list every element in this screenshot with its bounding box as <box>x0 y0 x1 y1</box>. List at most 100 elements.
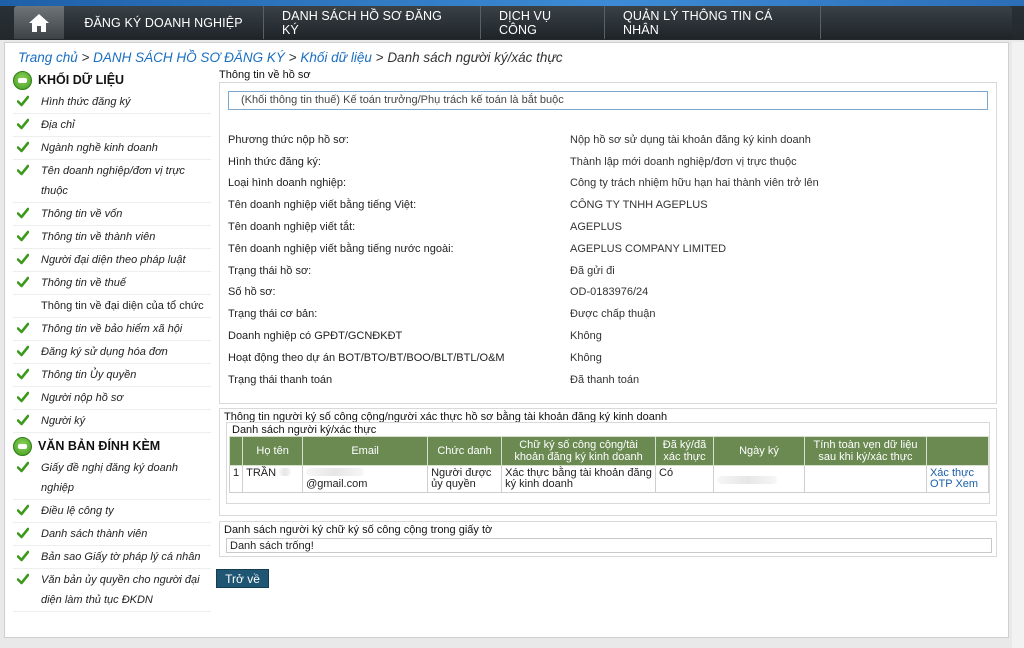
sidebar-item[interactable]: Hình thức đăng ký <box>13 91 211 114</box>
sidebar-item[interactable]: Địa chỉ <box>13 114 211 137</box>
scrollbar[interactable] <box>1012 42 1024 648</box>
table-row: 1 TRẦN @gmail.com Người được ủy quyền Xá… <box>228 465 990 493</box>
notice-box: (Khối thông tin thuế) Kế toán trưởng/Phụ… <box>228 91 988 110</box>
breadcrumb-sep: > <box>77 50 94 65</box>
profile-fieldset: (Khối thông tin thuế) Kế toán trưởng/Phụ… <box>219 82 997 404</box>
sidebar-item[interactable]: Thông tin Ủy quyền <box>13 364 211 387</box>
sidebar-item[interactable]: Thông tin về thành viên <box>13 226 211 249</box>
signers-section-title: Thông tin người ký số công cộng/người xá… <box>224 411 668 423</box>
sidebar-item[interactable]: Thông tin về vốn <box>13 203 211 226</box>
check-icon <box>13 342 33 357</box>
check-icon <box>13 115 33 130</box>
sidebar-item-label: Người nộp hồ sơ <box>41 392 124 404</box>
nav-register-business[interactable]: ĐĂNG KÝ DOANH NGHIỆP <box>64 6 264 39</box>
nav-personal-info[interactable]: QUẢN LÝ THÔNG TIN CÁ NHÂN <box>605 6 821 39</box>
profile-row: Phương thức nộp hồ sơ: Nộp hồ sơ sử dụng … <box>228 129 988 151</box>
sidebar-item[interactable]: Ngành nghề kinh doanh <box>13 137 211 160</box>
sidebar-item-label: Hình thức đăng ký <box>41 96 131 108</box>
sidebar-item[interactable]: Thông tin về thuế <box>13 272 211 295</box>
profile-row-value: Công ty trách nhiệm hữu hạn hai thành vi… <box>570 177 819 190</box>
view-link[interactable]: Xem <box>955 478 978 490</box>
profile-rows: Phương thức nộp hồ sơ: Nộp hồ sơ sử dụng … <box>220 110 996 391</box>
sidebar-item-label: Thông tin về bảo hiểm xã hội <box>41 323 183 335</box>
profile-row-value: CÔNG TY TNHH AGEPLUS <box>570 199 708 212</box>
table-header-row: Họ tên Email Chức danh Chữ ký số công cộ… <box>228 436 990 466</box>
sidebar-item-label: Điều lệ công ty <box>41 505 114 517</box>
signers-table: Họ tên Email Chức danh Chữ ký số công cộ… <box>228 436 990 493</box>
sidebar-item-label: Đăng ký sử dụng hóa đơn <box>41 346 168 358</box>
nav-public-services[interactable]: DỊCH VỤ CÔNG <box>481 6 605 39</box>
check-icon <box>13 273 33 288</box>
sidebar-section-data-blocks: KHỐI DỮ LIỆU <box>13 69 211 91</box>
profile-row: Trạng thái cơ bản: Được chấp thuận <box>228 303 988 325</box>
back-button[interactable]: Trở về <box>216 569 269 588</box>
breadcrumb: Trang chủ > DANH SÁCH HỒ SƠ ĐĂNG KÝ > Kh… <box>18 50 563 65</box>
section-icon <box>13 70 32 90</box>
col-integrity: Tính toàn vẹn dữ liệu sau khi ký/xác thự… <box>803 436 927 466</box>
profile-row: Hoạt động theo dự án BOT/BTO/BT/BOO/BLT/… <box>228 347 988 369</box>
profile-row-value: Đã gửi đi <box>570 264 615 277</box>
sidebar-item[interactable]: Người nộp hồ sơ <box>13 387 211 410</box>
check-icon <box>13 458 33 473</box>
cell-title: Người được ủy quyền <box>427 465 503 493</box>
sidebar-item[interactable]: Thông tin về bảo hiểm xã hội <box>13 318 211 341</box>
breadcrumb-data-blocks[interactable]: Khối dữ liệu <box>300 50 372 65</box>
profile-row-value: Không <box>570 330 602 343</box>
breadcrumb-registration-list[interactable]: DANH SÁCH HỒ SƠ ĐĂNG KÝ <box>93 50 285 65</box>
sidebar-item[interactable]: Danh sách thành viên <box>13 523 211 546</box>
sidebar-item-label: Giấy đề nghị đăng ký doanh nghiệp <box>41 462 178 494</box>
sidebar-item[interactable]: Tên doanh nghiệp/đơn vị trực thuộc <box>13 160 211 203</box>
sidebar-item[interactable]: Văn bản ủy quyền cho người đại diện làm … <box>13 569 211 612</box>
sidebar-item[interactable]: Bản sao Giấy tờ pháp lý cá nhân <box>13 546 211 569</box>
sidebar-section-title: KHỐI DỮ LIỆU <box>38 73 125 87</box>
check-placeholder <box>13 296 33 299</box>
sidebar-item[interactable]: Người đại diện theo pháp luật <box>13 249 211 272</box>
public-signers-empty: Danh sách trống! <box>226 538 992 553</box>
check-icon <box>13 524 33 539</box>
otp-link[interactable]: OTP <box>930 478 952 490</box>
breadcrumb-home[interactable]: Trang chủ <box>18 50 78 65</box>
cell-email: @gmail.com <box>302 465 429 493</box>
nav-registration-list[interactable]: DANH SÁCH HỒ SƠ ĐĂNG KÝ <box>264 6 481 39</box>
profile-row: Tên doanh nghiệp viết tắt: AGEPLUS <box>228 216 988 238</box>
col-signed: Đã ký/đã xác thực <box>655 436 714 466</box>
profile-row-label: Trạng thái hồ sơ: <box>228 264 312 277</box>
sidebar-item[interactable]: Điều lệ công ty <box>13 500 211 523</box>
col-name: Họ tên <box>242 436 304 466</box>
profile-row: Tên doanh nghiệp viết bằng tiếng nước ng… <box>228 238 988 260</box>
sidebar-item-label: Thông tin về thuế <box>41 277 127 289</box>
profile-row-value: Thành lập mới doanh nghiệp/đơn vị trực t… <box>570 155 797 168</box>
home-button[interactable] <box>14 6 64 39</box>
profile-row-value: Được chấp thuận <box>570 308 656 321</box>
check-icon <box>13 570 33 585</box>
sidebar-item-label: Thông tin về thành viên <box>41 231 156 243</box>
sidebar-item[interactable]: Thông tin về đại diện của tổ chức <box>13 295 211 318</box>
signers-list-box: Danh sách người ký/xác thực Họ tên Email… <box>226 422 990 504</box>
sidebar-item-label: Danh sách thành viên <box>41 528 148 540</box>
sidebar-item[interactable]: Người ký <box>13 410 211 433</box>
sidebar-list-data-blocks: Hình thức đăng ký Địa chỉ Ngành nghề kinh … <box>13 91 211 433</box>
sidebar-item-label: Thông tin về đại diện của tổ chức <box>41 300 204 312</box>
sidebar-item-label: Thông tin về vốn <box>41 208 123 220</box>
sidebar-section-attachments: VĂN BẢN ĐÍNH KÈM <box>13 435 211 457</box>
sidebar-list-attachments: Giấy đề nghị đăng ký doanh nghiệp Điều lệ… <box>13 457 211 612</box>
public-signers-title: Danh sách người ký chữ ký số công cộng t… <box>224 524 493 536</box>
content-area: Thông tin về hồ sơ (Khối thông tin thuế)… <box>219 69 997 557</box>
redacted-text <box>279 468 292 476</box>
sidebar: KHỐI DỮ LIỆU Hình thức đăng ký Địa chỉ Ngà… <box>13 69 211 612</box>
main-nav: ĐĂNG KÝ DOANH NGHIỆP DANH SÁCH HỒ SƠ ĐĂN… <box>14 6 1012 39</box>
breadcrumb-sep: > <box>284 50 301 65</box>
cell-method: Xác thực bằng tài khoản đăng ký kinh doa… <box>501 465 657 493</box>
check-icon <box>13 227 33 242</box>
profile-row-value: OD-0183976/24 <box>570 286 649 299</box>
sidebar-item-label: Người ký <box>41 415 86 427</box>
check-icon <box>13 319 33 334</box>
sidebar-section-title: VĂN BẢN ĐÍNH KÈM <box>38 439 161 453</box>
check-icon <box>13 92 33 107</box>
sidebar-item[interactable]: Đăng ký sử dụng hóa đơn <box>13 341 211 364</box>
profile-row-label: Số hồ sơ: <box>228 286 276 299</box>
check-icon <box>13 501 33 516</box>
check-icon <box>13 204 33 219</box>
sidebar-item[interactable]: Giấy đề nghị đăng ký doanh nghiệp <box>13 457 211 500</box>
profile-row: Tên doanh nghiệp viết bằng tiếng Việt: CÔ… <box>228 194 988 216</box>
